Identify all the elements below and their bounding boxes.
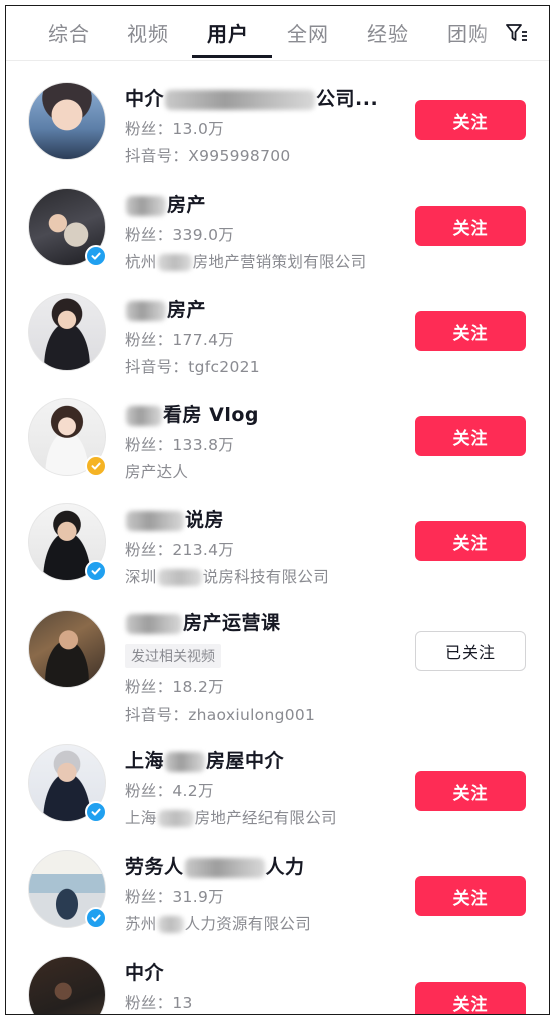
tab-experience[interactable]: 经验 bbox=[367, 18, 409, 47]
fans-count: 粉丝：4.2万 bbox=[125, 782, 214, 800]
active-tab-indicator bbox=[192, 55, 272, 58]
follow-button[interactable]: 关注 bbox=[415, 771, 526, 811]
redacted-blur bbox=[157, 254, 192, 271]
follow-button[interactable]: 关注 bbox=[415, 876, 526, 916]
verified-badge-icon bbox=[85, 245, 107, 267]
douyin-id: 抖音号：tgfc2021 bbox=[125, 358, 260, 376]
fans-count: 粉丝：13.0万 bbox=[125, 120, 224, 138]
user-name[interactable]: 中介 bbox=[125, 958, 164, 985]
tab-divider bbox=[6, 60, 549, 61]
avatar[interactable] bbox=[28, 503, 107, 582]
fans-count: 粉丝：13 bbox=[125, 994, 193, 1012]
user-name[interactable]: 房产 bbox=[125, 295, 206, 322]
fans-count: 粉丝：213.4万 bbox=[125, 541, 235, 559]
follow-button[interactable]: 关注 bbox=[415, 100, 526, 140]
verified-badge-icon bbox=[85, 801, 107, 823]
avatar[interactable] bbox=[28, 82, 106, 160]
avatar[interactable] bbox=[28, 293, 106, 371]
user-description: 上海 房地产经纪有限公司 bbox=[125, 809, 337, 827]
tab-bar: 综合 视频 用户 全网 经验 团购 bbox=[6, 6, 549, 60]
follow-button[interactable]: 关注 bbox=[415, 416, 526, 456]
follow-button[interactable]: 关注 bbox=[415, 206, 526, 246]
user-name[interactable]: 中介 公司... bbox=[125, 84, 378, 111]
tab-users[interactable]: 用户 bbox=[207, 18, 249, 47]
related-video-tag: 发过相关视频 bbox=[125, 644, 221, 668]
redacted-blur bbox=[126, 613, 182, 634]
douyin-id: 抖音号：zhaoxiulong001 bbox=[125, 706, 316, 724]
user-description: 房产达人 bbox=[125, 463, 189, 481]
user-description: 杭州 房地产营销策划有限公司 bbox=[125, 253, 367, 271]
verified-badge-icon bbox=[85, 907, 107, 929]
avatar[interactable] bbox=[28, 188, 107, 267]
tab-web[interactable]: 全网 bbox=[287, 18, 329, 47]
fans-count: 粉丝：133.8万 bbox=[125, 436, 235, 454]
fans-count: 粉丝：339.0万 bbox=[125, 226, 235, 244]
fans-count: 粉丝：18.2万 bbox=[125, 678, 224, 696]
user-description: 深圳 说房科技有限公司 bbox=[125, 568, 330, 586]
tab-videos[interactable]: 视频 bbox=[127, 18, 169, 47]
redacted-blur bbox=[157, 810, 194, 827]
verified-badge-icon bbox=[85, 560, 107, 582]
fans-count: 粉丝：177.4万 bbox=[125, 331, 235, 349]
avatar[interactable] bbox=[28, 744, 107, 823]
follow-button[interactable]: 关注 bbox=[415, 311, 526, 351]
user-name[interactable]: 上海 房屋中介 bbox=[125, 746, 284, 773]
redacted-blur bbox=[126, 510, 184, 531]
redacted-blur bbox=[126, 195, 166, 216]
redacted-blur bbox=[165, 751, 206, 772]
redacted-blur bbox=[126, 405, 162, 426]
avatar[interactable] bbox=[28, 956, 106, 1014]
douyin-id: 抖音号：X995998700 bbox=[125, 147, 291, 165]
redacted-blur bbox=[126, 300, 166, 321]
user-name[interactable]: 房产运营课 bbox=[125, 608, 281, 635]
user-name[interactable]: 说房 bbox=[125, 505, 224, 532]
redacted-blur bbox=[165, 89, 316, 110]
fans-count: 粉丝：31.9万 bbox=[125, 888, 224, 906]
redacted-blur bbox=[157, 916, 184, 933]
verified-badge-icon bbox=[85, 455, 107, 477]
redacted-blur bbox=[157, 569, 202, 586]
follow-button[interactable]: 关注 bbox=[415, 982, 526, 1014]
search-results-screen: 综合 视频 用户 全网 经验 团购 中介 公司... 粉丝：13.0万 抖音号：X… bbox=[5, 5, 550, 1015]
tab-comprehensive[interactable]: 综合 bbox=[48, 18, 90, 47]
followed-button[interactable]: 已关注 bbox=[415, 631, 526, 671]
redacted-blur bbox=[184, 857, 265, 878]
avatar[interactable] bbox=[28, 398, 107, 477]
user-name[interactable]: 房产 bbox=[125, 190, 206, 217]
filter-icon[interactable] bbox=[505, 21, 529, 45]
user-name[interactable]: 劳务人 人力 bbox=[125, 852, 305, 879]
user-name[interactable]: 看房 Vlog bbox=[125, 400, 259, 427]
follow-button[interactable]: 关注 bbox=[415, 521, 526, 561]
user-description: 苏州 人力资源有限公司 bbox=[125, 915, 312, 933]
avatar[interactable] bbox=[28, 610, 106, 688]
avatar[interactable] bbox=[28, 850, 107, 929]
